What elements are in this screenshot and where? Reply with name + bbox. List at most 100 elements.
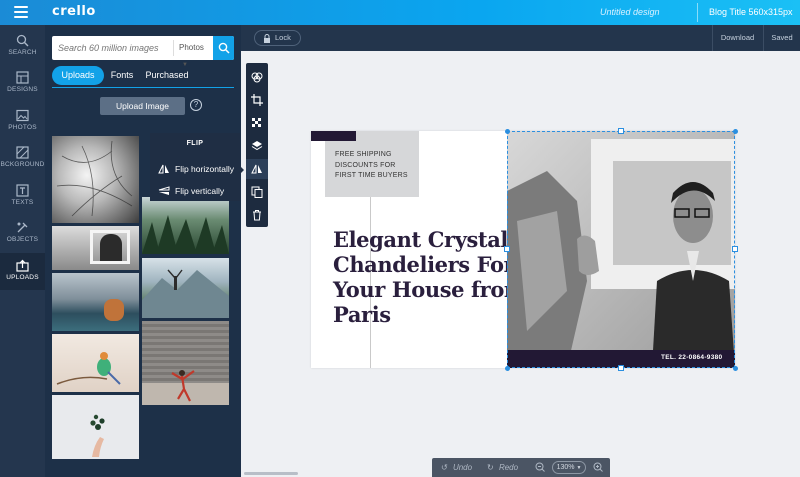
rail-label: DESIGNS	[7, 86, 38, 93]
tab-purchased[interactable]: Purchased	[144, 66, 190, 85]
promo-text[interactable]: FREE SHIPPING DISCOUNTS FOR FIRST TIME B…	[335, 150, 415, 182]
horizontal-scrollbar[interactable]	[244, 472, 298, 475]
duplicate-icon	[251, 186, 263, 198]
mountain-image	[142, 269, 229, 318]
resize-handle[interactable]	[504, 246, 510, 252]
designs-icon	[16, 71, 29, 84]
resize-handle[interactable]	[733, 129, 738, 134]
flip-vertical-label: Flip vertically	[175, 186, 225, 196]
rail-item-uploads[interactable]: UPLOADS	[0, 253, 45, 290]
zoom-in-icon	[593, 462, 603, 472]
zoom-level[interactable]: 130% ▼	[552, 461, 586, 474]
chevron-down-icon: ▼	[576, 465, 582, 471]
rail-label: TEXTS	[11, 199, 34, 206]
resize-handle[interactable]	[618, 128, 624, 134]
layers-tool[interactable]	[246, 136, 268, 156]
editor-toolbar: Lock Download Saved	[241, 25, 800, 51]
lock-label: Lock	[275, 33, 291, 42]
rail-item-photos[interactable]: PHOTOS	[0, 103, 45, 140]
filter-tool[interactable]	[246, 67, 268, 87]
undo-button[interactable]: ↺ Undo	[441, 458, 472, 477]
download-button[interactable]: Download	[712, 25, 762, 51]
resize-handle[interactable]	[733, 366, 738, 371]
app-logo[interactable]: crello	[52, 4, 96, 19]
upload-thumbnail[interactable]	[52, 334, 139, 392]
frame-image	[90, 230, 130, 264]
undo-icon: ↺	[441, 463, 448, 472]
search-input[interactable]	[52, 36, 172, 60]
undo-label: Undo	[452, 463, 473, 472]
zoom-out-button[interactable]	[535, 458, 545, 477]
upload-thumbnail[interactable]	[52, 136, 139, 223]
tab-underline	[52, 87, 234, 88]
lock-icon	[264, 34, 270, 43]
format-label: Blog Title 560x315px	[709, 7, 793, 17]
man-with-frame-photo[interactable]	[507, 131, 735, 368]
element-tools	[246, 63, 268, 227]
upload-thumbnail[interactable]	[142, 321, 229, 405]
tab-uploads[interactable]: Uploads	[52, 66, 104, 85]
crop-tool[interactable]	[246, 90, 268, 110]
trash-icon	[253, 210, 261, 221]
rail-item-background[interactable]: BCKGROUND	[0, 140, 45, 177]
rail-item-search[interactable]: SEARCH	[0, 28, 45, 65]
redo-label: Redo	[498, 463, 519, 472]
woman-image	[142, 370, 229, 405]
delete-tool[interactable]	[246, 205, 268, 225]
rail-item-designs[interactable]: DESIGNS	[0, 65, 45, 102]
resize-handle[interactable]	[505, 129, 510, 134]
transparency-icon	[252, 118, 261, 127]
redo-button[interactable]: ↻ Redo	[487, 458, 518, 477]
search-button[interactable]	[213, 36, 234, 60]
objects-icon	[17, 222, 28, 233]
flip-vertical-icon	[158, 186, 170, 195]
promo-line: FIRST TIME BUYERS	[335, 172, 408, 179]
rail-item-objects[interactable]: OBJECTS	[0, 215, 45, 252]
upload-thumbnail[interactable]	[142, 197, 229, 254]
resize-handle[interactable]	[505, 366, 510, 371]
top-bar: crello Untitled design Blog Title 560x31…	[0, 0, 800, 25]
flip-icon	[251, 164, 262, 174]
forest-image	[142, 215, 229, 254]
layers-icon	[251, 141, 263, 151]
search-type-select[interactable]: Photos ▼	[173, 40, 213, 68]
zoom-value: 130%	[556, 464, 575, 471]
resize-handle[interactable]	[618, 365, 624, 371]
upload-thumbnail[interactable]	[142, 258, 229, 318]
redo-icon: ↻	[487, 463, 494, 472]
uploads-icon	[16, 259, 29, 272]
dog-image	[104, 299, 124, 321]
flip-vertical-option[interactable]: Flip vertically	[158, 184, 238, 198]
bottom-bar: ↺ Undo ↻ Redo 130% ▼	[432, 458, 610, 477]
upload-thumbnail[interactable]	[52, 273, 139, 331]
design-canvas[interactable]: FREE SHIPPING DISCOUNTS FOR FIRST TIME B…	[311, 131, 735, 368]
flip-tool[interactable]	[246, 159, 268, 179]
flip-menu-title: FLIP	[186, 140, 204, 147]
search-type-label: Photos	[179, 43, 204, 52]
zoom-in-button[interactable]	[593, 458, 603, 477]
flip-horizontal-option[interactable]: Flip horizontally	[158, 162, 238, 176]
rail-item-texts[interactable]: TEXTS	[0, 178, 45, 215]
phone-number[interactable]: TEL. 22-0864-9380	[661, 354, 722, 361]
promo-line: FREE SHIPPING	[335, 151, 392, 158]
help-icon[interactable]: ?	[190, 99, 202, 111]
accent-bar[interactable]	[311, 131, 356, 141]
background-icon	[16, 146, 29, 159]
upload-thumbnail[interactable]	[52, 395, 139, 459]
transparency-tool[interactable]	[246, 113, 268, 133]
texts-icon	[16, 184, 29, 197]
document-title[interactable]: Untitled design	[600, 7, 660, 17]
upload-image-button[interactable]: Upload Image	[100, 97, 185, 115]
rail-label: SEARCH	[8, 49, 37, 56]
upload-thumbnail[interactable]	[52, 226, 139, 270]
tab-fonts[interactable]: Fonts	[108, 66, 136, 85]
lock-button[interactable]: Lock	[254, 30, 301, 46]
menu-icon[interactable]	[14, 6, 28, 18]
duplicate-tool[interactable]	[246, 182, 268, 202]
saved-status: Saved	[763, 25, 800, 51]
leaves-image	[56, 140, 133, 217]
promo-line: DISCOUNTS FOR	[335, 161, 396, 169]
search-box: Photos ▼	[52, 36, 234, 68]
resize-handle[interactable]	[732, 246, 738, 252]
search-icon	[218, 42, 230, 54]
